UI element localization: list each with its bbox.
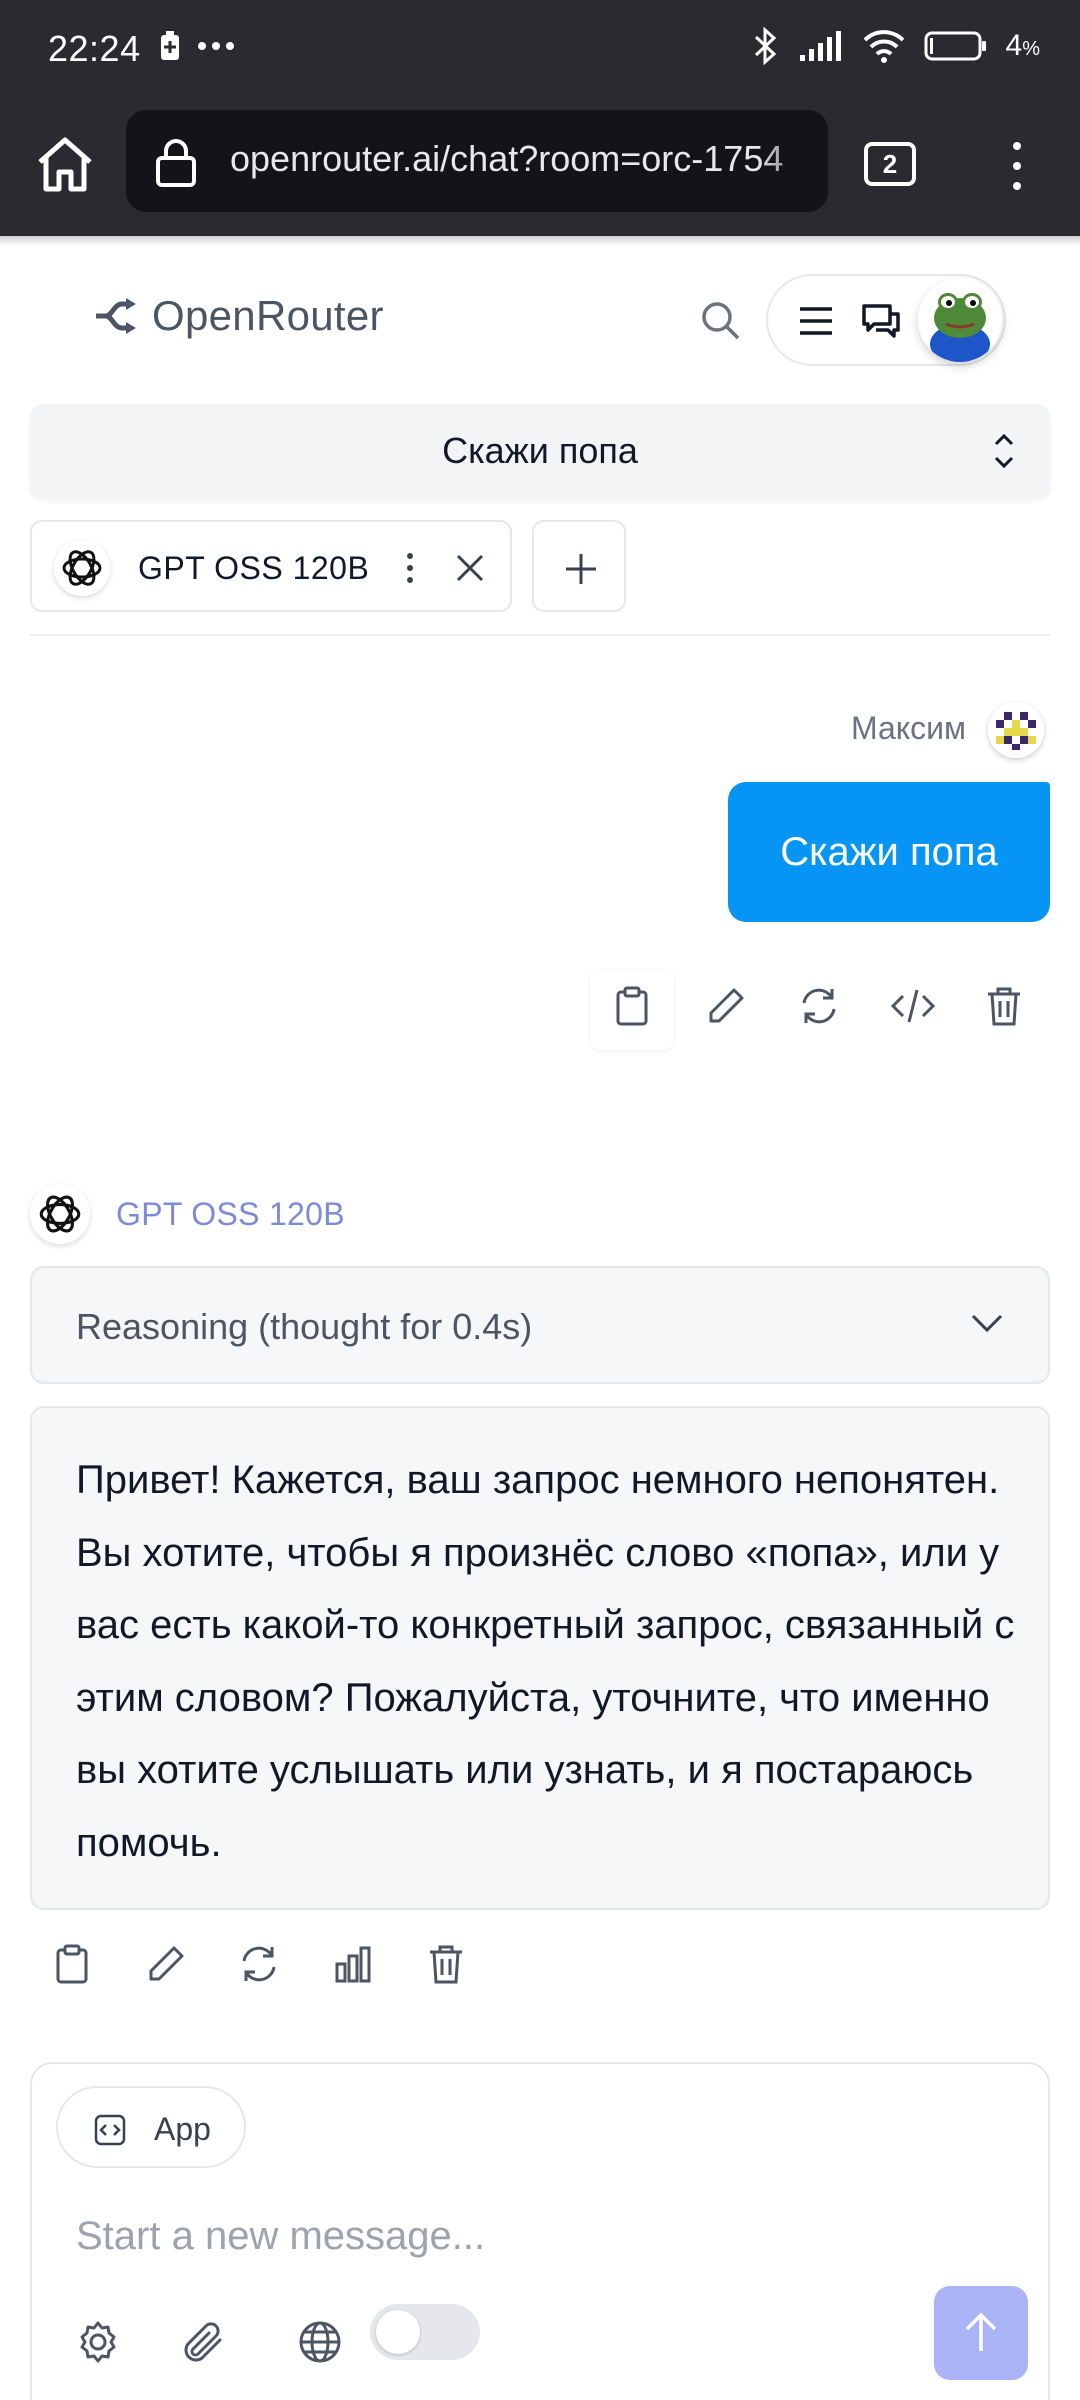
- copy-icon[interactable]: [54, 1944, 90, 1984]
- model-chip-name: GPT OSS 120B: [138, 550, 370, 586]
- settings-icon[interactable]: [76, 2320, 120, 2364]
- edit-icon[interactable]: [146, 1944, 186, 1984]
- edit-icon[interactable]: [706, 986, 746, 1026]
- signal-icon: [799, 31, 841, 61]
- battery-unit: %: [1022, 38, 1040, 60]
- assistant-message-bubble: Привет! Кажется, ваш запрос немного непо…: [30, 1406, 1050, 1910]
- openrouter-logo[interactable]: OpenRouter: [92, 292, 384, 340]
- openai-icon: [54, 540, 110, 596]
- user-message-bubble: Скажи попа: [728, 782, 1050, 922]
- chevron-down-icon: [971, 1314, 1003, 1333]
- room-selector[interactable]: Скажи попа: [30, 404, 1050, 498]
- arrow-up-icon: [965, 2312, 997, 2351]
- refresh-icon[interactable]: [238, 1944, 280, 1984]
- app-button[interactable]: App: [56, 2086, 246, 2168]
- battery-saver-icon: [161, 31, 179, 60]
- paperclip-icon[interactable]: [182, 2318, 228, 2366]
- more-notifications-icon: [198, 42, 234, 50]
- chat-icon[interactable]: [860, 302, 902, 342]
- close-icon[interactable]: [452, 550, 488, 586]
- assistant-message-text: Привет! Кажется, ваш запрос немного непо…: [76, 1458, 1015, 1865]
- menu-icon[interactable]: [798, 304, 834, 338]
- trash-icon[interactable]: [986, 986, 1022, 1026]
- more-vertical-icon[interactable]: [400, 548, 420, 588]
- status-bar: 22:24 4%: [0, 0, 1080, 96]
- wifi-icon: [863, 30, 904, 63]
- address-bar[interactable]: openrouter.ai/chat?room=orc-1754: [126, 110, 828, 212]
- bluetooth-icon: [754, 26, 776, 66]
- user-message-author: Максим: [850, 710, 966, 746]
- user-message-actions: [590, 970, 1050, 1040]
- battery-percent: 4: [1005, 29, 1023, 62]
- reasoning-accordion[interactable]: Reasoning (thought for 0.4s): [30, 1266, 1050, 1384]
- logo-text: OpenRouter: [152, 292, 384, 339]
- battery-icon: [924, 31, 986, 61]
- trash-icon[interactable]: [428, 1944, 464, 1984]
- openai-icon: [39, 1195, 81, 1233]
- assistant-model-icon: [30, 1184, 90, 1244]
- bar-chart-icon[interactable]: [334, 1944, 372, 1984]
- message-composer: App: [30, 2062, 1050, 2400]
- assistant-message-actions: [30, 1944, 490, 2014]
- copy-icon[interactable]: [614, 986, 650, 1026]
- send-button[interactable]: [934, 2286, 1028, 2380]
- room-title: Скажи попа: [442, 430, 638, 471]
- openrouter-logo-icon: [96, 298, 136, 334]
- url-text: openrouter.ai/chat?room=orc-1754: [230, 138, 784, 179]
- message-input[interactable]: [76, 2204, 976, 2268]
- user-avatar[interactable]: [918, 278, 1002, 362]
- web-search-toggle[interactable]: [370, 2304, 480, 2360]
- refresh-icon[interactable]: [798, 986, 840, 1026]
- reasoning-label: Reasoning (thought for 0.4s): [76, 1306, 533, 1347]
- code-icon[interactable]: [890, 986, 936, 1026]
- header-actions-pill: [766, 274, 1006, 366]
- add-model-button[interactable]: [532, 520, 626, 612]
- browser-toolbar: openrouter.ai/chat?room=orc-1754 2: [0, 96, 1080, 236]
- browser-menu-icon[interactable]: [1002, 136, 1032, 196]
- code-square-icon: [94, 2114, 126, 2146]
- assistant-model-name[interactable]: GPT OSS 120B: [116, 1196, 345, 1233]
- user-message-avatar: [988, 702, 1044, 758]
- frog-avatar-image: [918, 278, 1002, 362]
- chevrons-up-down-icon: [994, 433, 1014, 469]
- model-chip[interactable]: GPT OSS 120B: [30, 520, 512, 612]
- tab-switcher-button[interactable]: 2: [864, 142, 916, 186]
- app-button-label: App: [154, 2111, 211, 2147]
- status-time: 22:24: [48, 28, 141, 69]
- plus-icon: [566, 554, 596, 584]
- search-icon[interactable]: [698, 298, 742, 342]
- globe-icon[interactable]: [298, 2320, 342, 2364]
- lock-icon: [156, 139, 196, 187]
- home-icon[interactable]: [30, 130, 100, 200]
